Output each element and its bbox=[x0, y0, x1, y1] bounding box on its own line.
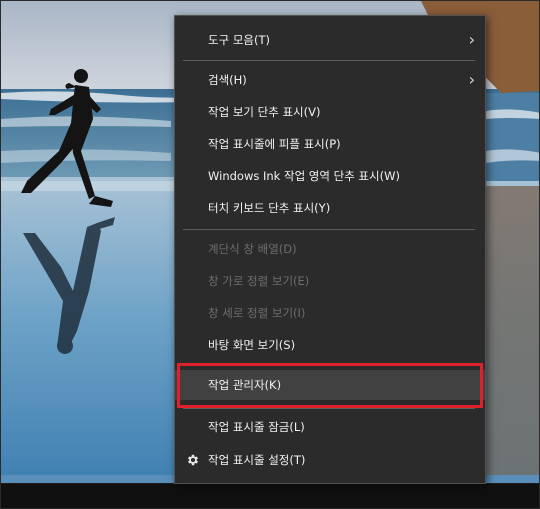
menu-item-label: 작업 보기 단추 표시(V) bbox=[208, 105, 321, 119]
menu-separator bbox=[183, 408, 475, 409]
menu-item-label: Windows Ink 작업 영역 단추 표시(W) bbox=[208, 169, 400, 183]
menu-separator bbox=[183, 229, 475, 230]
menu-item-lock-taskbar[interactable]: 작업 표시줄 잠금(L) bbox=[175, 412, 485, 442]
menu-item-label: 작업 표시줄 설정(T) bbox=[208, 453, 306, 467]
menu-item-show-desktop[interactable]: 바탕 화면 보기(S) bbox=[175, 330, 485, 360]
menu-item-taskbar-settings[interactable]: 작업 표시줄 설정(T) bbox=[175, 445, 485, 475]
menu-item-show-windows-ink-button[interactable]: Windows Ink 작업 영역 단추 표시(W) bbox=[175, 161, 485, 191]
taskbar-context-menu: 도구 모음(T) › 검색(H) › 작업 보기 단추 표시(V) 작업 표시줄… bbox=[174, 15, 486, 484]
menu-item-label: 작업 관리자(K) bbox=[208, 378, 282, 392]
chevron-right-icon: › bbox=[468, 30, 475, 49]
menu-item-label: 바탕 화면 보기(S) bbox=[208, 338, 296, 352]
menu-item-show-windows-stacked: 창 가로 정렬 보기(E) bbox=[175, 266, 485, 296]
menu-item-label: 검색(H) bbox=[208, 73, 247, 87]
menu-item-label: 창 세로 정렬 보기(I) bbox=[208, 306, 306, 320]
menu-item-label: 계단식 창 배열(D) bbox=[208, 242, 297, 256]
menu-item-label: 창 가로 정렬 보기(E) bbox=[208, 274, 310, 288]
menu-item-show-touch-keyboard-button[interactable]: 터치 키보드 단추 표시(Y) bbox=[175, 193, 485, 223]
menu-item-cascade-windows: 계단식 창 배열(D) bbox=[175, 234, 485, 264]
menu-item-label: 터치 키보드 단추 표시(Y) bbox=[208, 201, 331, 215]
menu-separator bbox=[183, 364, 475, 365]
menu-item-show-windows-side-by-side: 창 세로 정렬 보기(I) bbox=[175, 298, 485, 328]
menu-separator bbox=[183, 60, 475, 61]
menu-item-label: 도구 모음(T) bbox=[208, 33, 270, 47]
gear-icon bbox=[187, 454, 199, 466]
menu-item-show-people[interactable]: 작업 표시줄에 피플 표시(P) bbox=[175, 129, 485, 159]
menu-item-search[interactable]: 검색(H) › bbox=[175, 65, 485, 95]
chevron-right-icon: › bbox=[468, 70, 475, 89]
menu-item-label: 작업 표시줄에 피플 표시(P) bbox=[208, 137, 341, 151]
menu-item-toolbars[interactable]: 도구 모음(T) › bbox=[175, 25, 485, 55]
taskbar[interactable] bbox=[1, 483, 539, 508]
menu-item-label: 작업 표시줄 잠금(L) bbox=[208, 420, 305, 434]
menu-item-show-task-view-button[interactable]: 작업 보기 단추 표시(V) bbox=[175, 97, 485, 127]
desktop-screen: 도구 모음(T) › 검색(H) › 작업 보기 단추 표시(V) 작업 표시줄… bbox=[0, 0, 540, 509]
menu-item-task-manager[interactable]: 작업 관리자(K) bbox=[175, 370, 485, 400]
